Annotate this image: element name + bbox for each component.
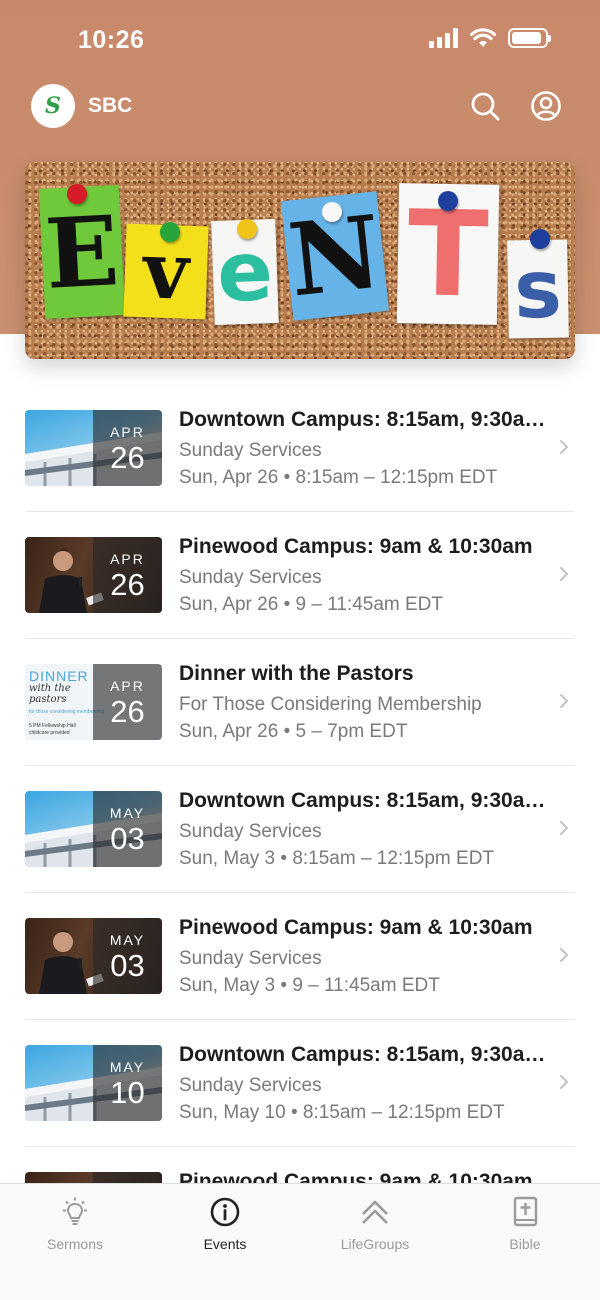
blue-pin xyxy=(438,191,458,211)
chevron-right-icon xyxy=(560,821,568,835)
event-thumbnail: APR 26 xyxy=(25,410,162,486)
red-pin xyxy=(67,184,87,204)
event-day: 26 xyxy=(110,567,145,602)
chevron-right-icon xyxy=(560,1075,568,1089)
event-subtitle: Sunday Services xyxy=(179,948,322,969)
tab-bar: Sermons Events LifeGroups Bible xyxy=(0,1183,600,1300)
event-datetime: Sun, Apr 26 • 9 – 11:45am EDT xyxy=(179,594,444,615)
event-subtitle: Sunday Services xyxy=(179,440,322,461)
event-date-badge: APR 26 xyxy=(93,537,162,613)
search-icon[interactable] xyxy=(469,90,501,122)
battery-icon xyxy=(508,28,551,48)
battery-level xyxy=(512,32,541,44)
event-thumbnail: APR 26 xyxy=(25,537,162,613)
event-day: 26 xyxy=(110,694,145,729)
profile-icon[interactable] xyxy=(530,90,562,122)
event-row[interactable]: MAY 03 Pinewood Campus: 9am & 10:30am Su… xyxy=(0,892,600,1019)
event-month: APR xyxy=(110,424,145,440)
event-title: Dinner with the Pastors xyxy=(179,662,414,685)
events-banner[interactable]: E v e N T s xyxy=(25,162,575,359)
event-list: APR 26 Downtown Campus: 8:15am, 9:30am &… xyxy=(0,384,600,1273)
tab-lifegroups[interactable]: LifeGroups xyxy=(300,1184,450,1264)
event-row[interactable]: DINNER with the pastors for those consid… xyxy=(0,638,600,765)
white-pin xyxy=(322,202,342,222)
tab-bible[interactable]: Bible xyxy=(450,1184,600,1264)
tab-label: LifeGroups xyxy=(340,1236,410,1252)
event-subtitle: For Those Considering Membership xyxy=(179,694,482,715)
chevron-right-icon xyxy=(560,440,568,454)
event-title: Downtown Campus: 8:15am, 9:30am & 11am xyxy=(179,1043,551,1066)
status-icons xyxy=(429,28,551,48)
event-day: 03 xyxy=(110,948,145,983)
tab-label: Events xyxy=(203,1236,247,1252)
event-date-badge: MAY 03 xyxy=(93,791,162,867)
event-title: Pinewood Campus: 9am & 10:30am xyxy=(179,535,533,558)
chevron-right-icon xyxy=(560,567,568,581)
event-datetime: Sun, May 3 • 9 – 11:45am EDT xyxy=(179,975,440,996)
event-month: APR xyxy=(110,678,145,694)
cellular-signal-icon xyxy=(429,28,458,48)
event-date-badge: APR 26 xyxy=(93,664,162,740)
status-bar: 10:26 xyxy=(0,0,600,82)
yellow-pin xyxy=(237,219,257,239)
wifi-icon xyxy=(470,28,496,47)
event-subtitle: Sunday Services xyxy=(179,821,322,842)
event-subtitle: Sunday Services xyxy=(179,567,322,588)
event-datetime: Sun, May 3 • 8:15am – 12:15pm EDT xyxy=(179,848,495,869)
event-title: Downtown Campus: 8:15am, 9:30am & 11am xyxy=(179,789,551,812)
event-thumbnail: DINNER with the pastors for those consid… xyxy=(25,664,162,740)
event-row[interactable]: APR 26 Downtown Campus: 8:15am, 9:30am &… xyxy=(0,384,600,511)
event-day: 10 xyxy=(110,1075,145,1110)
info-icon xyxy=(210,1197,240,1227)
event-title: Downtown Campus: 8:15am, 9:30am & 11am xyxy=(179,408,551,431)
event-date-badge: MAY 03 xyxy=(93,918,162,994)
blue-pin xyxy=(530,229,550,249)
chevron-right-icon xyxy=(560,948,568,962)
app-bar: S SBC xyxy=(0,82,600,130)
event-thumbnail: MAY 10 xyxy=(25,1045,162,1121)
church-logo[interactable]: S xyxy=(31,84,75,128)
banner-letter-card: s xyxy=(507,239,569,339)
event-month: APR xyxy=(110,551,145,567)
status-time: 10:26 xyxy=(78,26,145,54)
event-day: 03 xyxy=(110,821,145,856)
lightbulb-icon xyxy=(63,1197,87,1225)
event-month: MAY xyxy=(109,1059,146,1075)
tab-label: Bible xyxy=(509,1236,541,1252)
event-month: MAY xyxy=(109,805,146,821)
event-date-badge: APR 26 xyxy=(93,410,162,486)
tab-sermons[interactable]: Sermons xyxy=(0,1184,150,1264)
chevron-right-icon xyxy=(560,694,568,708)
event-datetime: Sun, Apr 26 • 5 – 7pm EDT xyxy=(179,721,408,742)
banner-letter-card: E xyxy=(38,184,126,320)
green-pin xyxy=(160,222,180,242)
logo-mark: S xyxy=(45,93,61,119)
event-day: 26 xyxy=(110,440,145,475)
tab-label: Sermons xyxy=(46,1236,104,1252)
bible-icon xyxy=(513,1196,538,1227)
event-thumbnail: MAY 03 xyxy=(25,791,162,867)
event-subtitle: Sunday Services xyxy=(179,1075,322,1096)
double-chevron-up-icon xyxy=(362,1200,388,1224)
event-row[interactable]: MAY 03 Downtown Campus: 8:15am, 9:30am &… xyxy=(0,765,600,892)
event-month: MAY xyxy=(109,932,146,948)
event-datetime: Sun, May 10 • 8:15am – 12:15pm EDT xyxy=(179,1102,505,1123)
tab-events[interactable]: Events xyxy=(150,1184,300,1264)
event-datetime: Sun, Apr 26 • 8:15am – 12:15pm EDT xyxy=(179,467,498,488)
event-date-badge: MAY 10 xyxy=(93,1045,162,1121)
app-title: SBC xyxy=(88,94,133,117)
event-thumbnail: MAY 03 xyxy=(25,918,162,994)
event-title: Pinewood Campus: 9am & 10:30am xyxy=(179,916,533,939)
event-row[interactable]: APR 26 Pinewood Campus: 9am & 10:30am Su… xyxy=(0,511,600,638)
event-row[interactable]: MAY 10 Downtown Campus: 8:15am, 9:30am &… xyxy=(0,1019,600,1146)
